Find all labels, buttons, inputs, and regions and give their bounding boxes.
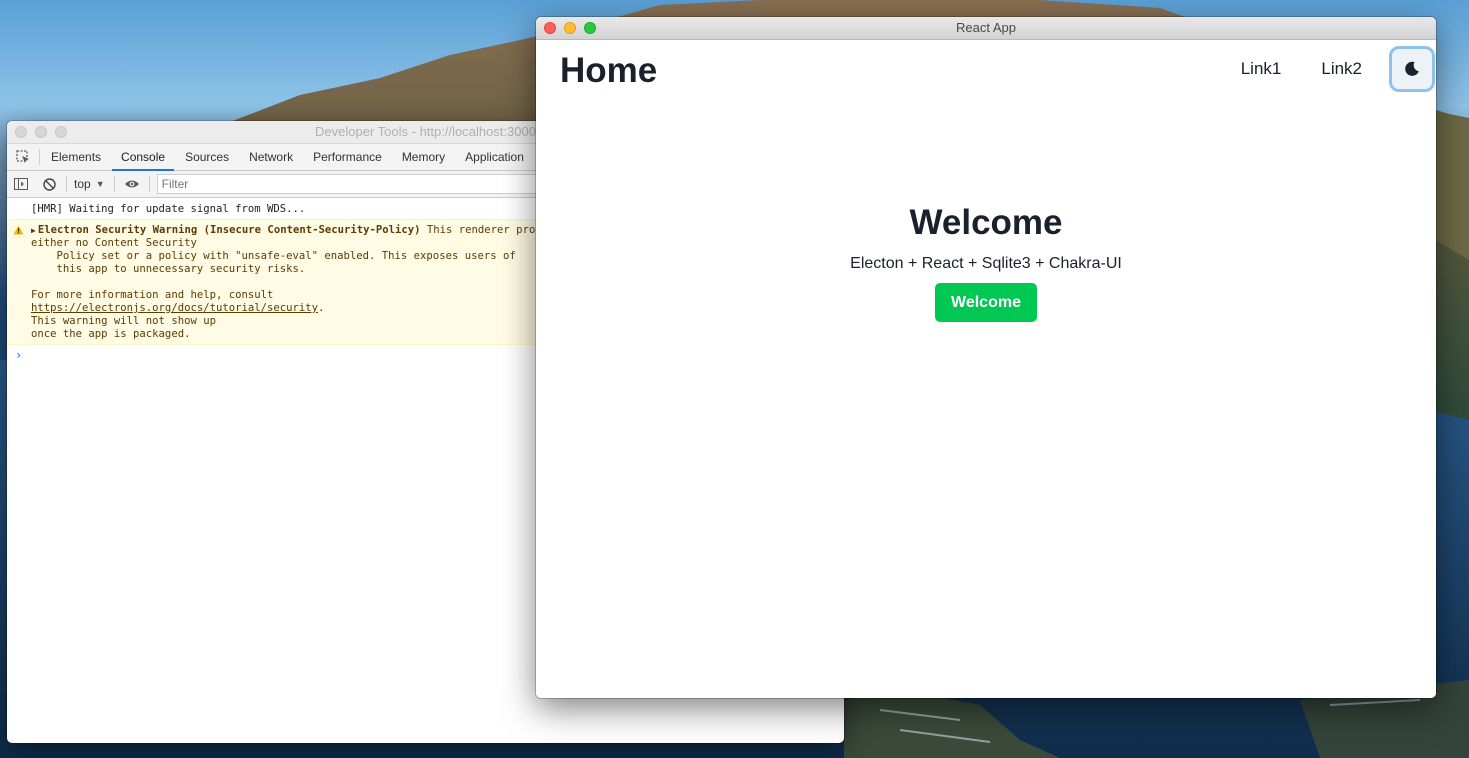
app-titlebar[interactable]: React App <box>536 17 1436 40</box>
nav-link-2[interactable]: Link2 <box>1321 59 1362 79</box>
chevron-down-icon: ▼ <box>95 179 105 189</box>
tab-application[interactable]: Application <box>456 144 533 170</box>
moon-icon <box>1405 61 1419 76</box>
eye-icon <box>124 180 139 188</box>
security-docs-link[interactable]: https://electronjs.org/docs/tutorial/sec… <box>31 302 318 314</box>
app-content: Home Link1 Link2 Welcome Electon + React… <box>536 40 1436 698</box>
top-nav: Link1 Link2 <box>1241 49 1434 89</box>
minimize-window-button[interactable] <box>564 22 576 34</box>
tab-console[interactable]: Console <box>112 144 175 171</box>
page-title: Home <box>560 51 658 90</box>
color-mode-toggle-button[interactable] <box>1392 49 1432 89</box>
app-window-controls <box>544 22 596 34</box>
react-app-window: React App Home Link1 Link2 Welcome Elect… <box>536 17 1436 698</box>
inspect-cursor-icon <box>16 150 29 163</box>
nav-link-1[interactable]: Link1 <box>1241 59 1282 79</box>
context-value: top <box>74 177 91 191</box>
close-window-button[interactable] <box>544 22 556 34</box>
prompt-chevron-icon: › <box>15 348 23 362</box>
toggle-sidebar-button[interactable] <box>7 178 35 190</box>
app-window-title: React App <box>956 20 1016 35</box>
devtools-window-title: Developer Tools - http://localhost:3000 <box>315 124 536 139</box>
expand-arrow-icon[interactable]: ▶ <box>31 226 36 235</box>
inspect-element-button[interactable] <box>7 149 40 165</box>
sidebar-icon <box>14 178 28 190</box>
block-icon <box>42 177 56 191</box>
tab-sources[interactable]: Sources <box>176 144 238 170</box>
hero-heading: Welcome <box>909 203 1063 242</box>
toolbar-divider <box>66 176 67 192</box>
context-selector[interactable]: top ▼ <box>70 177 111 191</box>
warning-icon <box>13 225 24 235</box>
hero-section: Welcome Electon + React + Sqlite3 + Chak… <box>536 203 1436 322</box>
tab-elements[interactable]: Elements <box>42 144 110 170</box>
minimize-window-button[interactable] <box>35 126 47 138</box>
close-window-button[interactable] <box>15 126 27 138</box>
clear-console-button[interactable] <box>35 177 63 191</box>
toolbar-divider <box>148 176 150 192</box>
warning-title: Electron Security Warning (Insecure Cont… <box>37 224 421 236</box>
warning-text: . <box>318 302 325 314</box>
welcome-button[interactable]: Welcome <box>935 283 1037 322</box>
tab-performance[interactable]: Performance <box>304 144 391 170</box>
zoom-window-button[interactable] <box>55 126 67 138</box>
live-expression-button[interactable] <box>118 179 146 189</box>
zoom-window-button[interactable] <box>584 22 596 34</box>
tab-network[interactable]: Network <box>240 144 302 170</box>
hero-subtitle: Electon + React + Sqlite3 + Chakra-UI <box>850 255 1122 272</box>
toolbar-divider <box>113 176 115 192</box>
tab-memory[interactable]: Memory <box>393 144 454 170</box>
devtools-window-controls <box>15 126 67 138</box>
